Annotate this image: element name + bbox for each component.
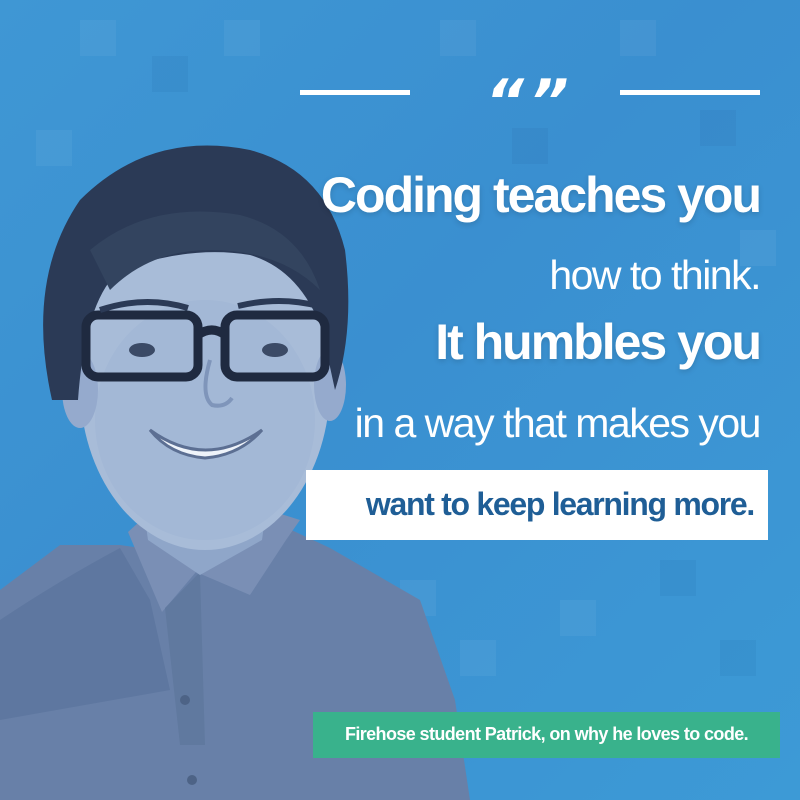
- promo-graphic: “” Coding teaches you how to think. It h…: [0, 0, 800, 800]
- quote-divider-right: [620, 90, 760, 95]
- quote-line-4: in a way that makes you: [354, 400, 762, 446]
- quote-highlight-text: want to keep learning more.: [365, 486, 755, 522]
- quote-highlight-box: want to keep learning more.: [306, 470, 768, 540]
- quote-line-3: It humbles you: [435, 314, 762, 370]
- quotation-marks-icon: “”: [485, 67, 575, 137]
- quote-line-2: how to think.: [549, 252, 761, 298]
- attribution-caption: Firehose student Patrick, on why he love…: [313, 712, 780, 758]
- quote-line-1: Coding teaches you: [320, 167, 762, 223]
- quote-divider-left: [300, 90, 410, 95]
- attribution-caption-text: Firehose student Patrick, on why he love…: [344, 724, 749, 744]
